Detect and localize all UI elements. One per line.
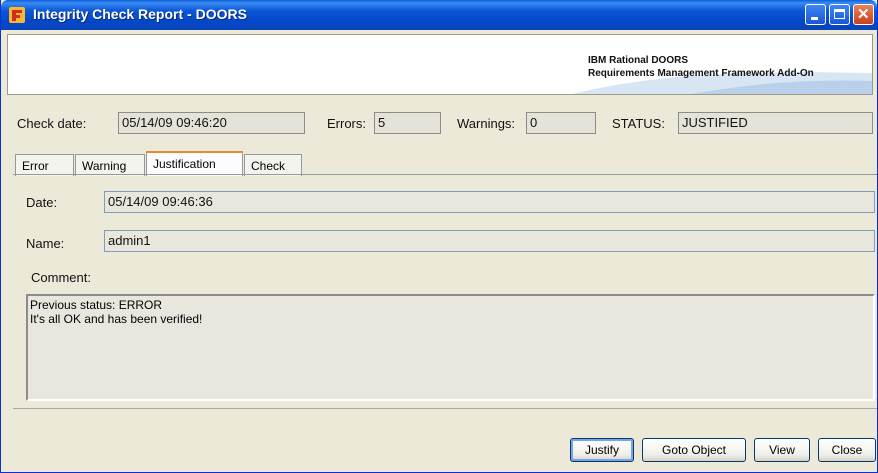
window-title: Integrity Check Report - DOORS (33, 6, 247, 22)
tab-error[interactable]: Error (15, 154, 74, 176)
integrity-check-window: Integrity Check Report - DOORS ✕ IBM Rat… (0, 0, 878, 473)
doors-app-icon (9, 7, 25, 23)
comment-line: It's all OK and has been verified! (30, 312, 203, 326)
tab-justification[interactable]: Justification (146, 151, 243, 176)
warnings-count-field[interactable]: 0 (526, 112, 596, 134)
errors-count-field[interactable]: 5 (374, 112, 441, 134)
maximize-button[interactable] (829, 4, 850, 25)
footer-separator (13, 408, 877, 409)
justify-button[interactable]: Justify (570, 438, 634, 462)
banner-addon-name: Requirements Management Framework Add-On (588, 68, 814, 79)
status-field[interactable]: JUSTIFIED (678, 112, 873, 134)
tab-warning[interactable]: Warning (75, 154, 145, 176)
minimize-button[interactable] (805, 4, 826, 25)
check-date-label: Check date: (17, 116, 87, 131)
name-label: Name: (26, 236, 65, 251)
view-button[interactable]: View (754, 438, 810, 462)
warnings-label: Warnings: (457, 116, 516, 131)
tab-check[interactable]: Check (244, 154, 302, 176)
product-banner: IBM Rational DOORS Requirements Manageme… (7, 34, 873, 95)
title-bar[interactable]: Integrity Check Report - DOORS ✕ (1, 0, 877, 30)
banner-product-name: IBM Rational DOORS (588, 55, 689, 66)
justification-name-field[interactable]: admin1 (104, 230, 875, 252)
close-button[interactable]: Close (818, 438, 876, 462)
close-window-button[interactable]: ✕ (853, 4, 874, 25)
comment-line: Previous status: ERROR (30, 298, 163, 312)
errors-label: Errors: (327, 116, 366, 131)
minimize-icon (811, 17, 818, 20)
check-date-field[interactable]: 05/14/09 09:46:20 (118, 112, 305, 134)
close-icon: ✕ (857, 6, 870, 23)
comment-textarea[interactable]: Previous status: ERROR It's all OK and h… (26, 294, 875, 401)
justification-date-field[interactable]: 05/14/09 09:46:36 (104, 191, 875, 213)
date-label: Date: (26, 195, 58, 210)
maximize-icon (834, 9, 845, 19)
comment-label: Comment: (31, 270, 91, 285)
status-label: STATUS: (612, 116, 665, 131)
goto-object-button[interactable]: Goto Object (642, 438, 746, 462)
